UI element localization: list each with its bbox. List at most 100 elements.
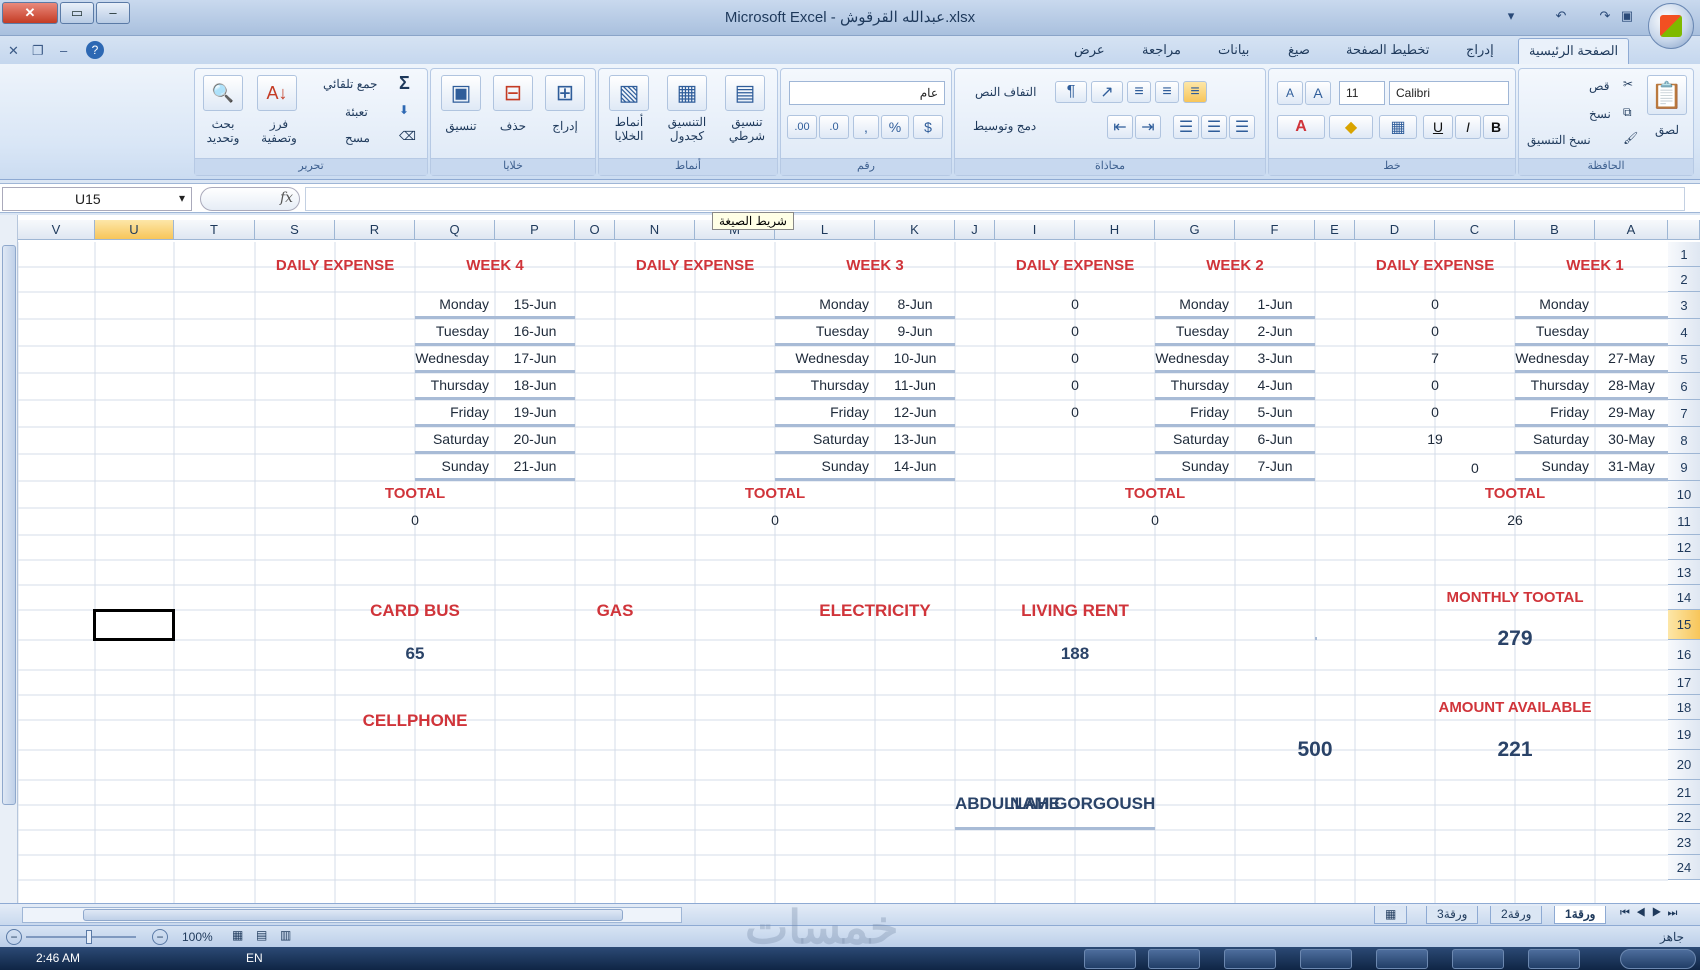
align-bottom-icon[interactable]: ≡ xyxy=(1127,81,1151,103)
view-layout-icon[interactable]: ▤ xyxy=(256,928,267,942)
column-header[interactable]: T xyxy=(174,220,255,240)
row-header[interactable]: 4 xyxy=(1668,319,1700,346)
align-top-icon[interactable]: ≡ xyxy=(1183,81,1207,103)
day-date[interactable]: 14-Jun xyxy=(875,454,955,481)
day-date[interactable]: 10-Jun xyxy=(875,346,955,373)
format-as-table-icon[interactable]: ▦ xyxy=(667,75,707,111)
day-date[interactable]: 27-May xyxy=(1595,346,1668,373)
row-header[interactable]: 13 xyxy=(1668,560,1700,585)
day-date[interactable]: 4-Jun xyxy=(1235,373,1315,400)
sheet-tab-3[interactable]: ورقة3 xyxy=(1426,906,1479,924)
day-name[interactable]: Monday xyxy=(415,292,495,319)
day-date[interactable]: 11-Jun xyxy=(875,373,955,400)
cell-styles-icon[interactable]: ▧ xyxy=(609,75,649,111)
day-name[interactable]: Wednesday xyxy=(1155,346,1235,373)
help-icon[interactable]: ? xyxy=(86,41,104,59)
increase-decimal-icon[interactable]: .0 xyxy=(819,115,849,139)
day-name[interactable]: Tuesday xyxy=(415,319,495,346)
find-select-button[interactable]: بحث وتحديد xyxy=(197,117,249,145)
format-painter-button[interactable]: نسخ التنسيق xyxy=(1527,133,1591,147)
column-header[interactable]: H xyxy=(1075,220,1155,240)
cut-button[interactable]: قص xyxy=(1589,79,1609,93)
align-middle-icon[interactable]: ≡ xyxy=(1155,81,1179,103)
column-header[interactable]: B xyxy=(1515,220,1595,240)
ie-taskbar-icon[interactable] xyxy=(1528,949,1580,969)
row-header[interactable]: 20 xyxy=(1668,750,1700,780)
text-direction-icon[interactable]: ¶ xyxy=(1055,81,1087,103)
align-center-icon[interactable]: ☰ xyxy=(1201,115,1227,139)
day-date[interactable]: 28-May xyxy=(1595,373,1668,400)
day-name[interactable]: Wednesday xyxy=(775,346,875,373)
day-date[interactable]: 3-Jun xyxy=(1235,346,1315,373)
day-date[interactable]: 9-Jun xyxy=(875,319,955,346)
row-header[interactable]: 18 xyxy=(1668,695,1700,720)
day-date[interactable]: 19-Jun xyxy=(495,400,575,427)
column-header[interactable]: P xyxy=(495,220,575,240)
zoom-level[interactable]: 100% xyxy=(182,930,213,944)
day-date[interactable] xyxy=(1595,292,1668,319)
column-header[interactable]: D xyxy=(1355,220,1435,240)
day-date[interactable]: 18-Jun xyxy=(495,373,575,400)
day-date[interactable]: 8-Jun xyxy=(875,292,955,319)
sort-filter-icon[interactable]: A↓ xyxy=(257,75,297,111)
column-header[interactable]: N xyxy=(615,220,695,240)
autosum-button[interactable]: جمع تلقائي xyxy=(323,77,377,91)
column-header[interactable]: F xyxy=(1235,220,1315,240)
day-name[interactable]: Saturday xyxy=(415,427,495,454)
grow-font-icon[interactable]: A xyxy=(1305,81,1331,105)
format-cells-button[interactable]: تنسيق xyxy=(437,119,485,133)
fill-color-icon[interactable]: ◆ xyxy=(1329,115,1373,139)
day-name[interactable]: Friday xyxy=(1155,400,1235,427)
day-date[interactable]: 13-Jun xyxy=(875,427,955,454)
day-name[interactable]: Tuesday xyxy=(775,319,875,346)
day-name[interactable]: Monday xyxy=(1155,292,1235,319)
column-header[interactable]: G xyxy=(1155,220,1235,240)
column-header[interactable]: S xyxy=(255,220,335,240)
redo-icon[interactable]: ↷ xyxy=(1596,8,1614,26)
tab-review[interactable]: مراجعة xyxy=(1142,42,1181,58)
align-left-icon[interactable]: ☰ xyxy=(1173,115,1199,139)
delete-cells-button[interactable]: حذف xyxy=(493,119,533,133)
tab-view[interactable]: عرض xyxy=(1074,42,1105,58)
view-normal-icon[interactable]: ▦ xyxy=(232,928,243,942)
day-date[interactable]: 16-Jun xyxy=(495,319,575,346)
restore-workbook-icon[interactable]: ❐ xyxy=(32,43,44,59)
column-header[interactable]: O xyxy=(575,220,615,240)
explorer-taskbar-icon[interactable] xyxy=(1452,949,1504,969)
zoom-out-icon[interactable]: − xyxy=(6,929,22,945)
zoom-slider[interactable] xyxy=(26,930,136,944)
day-name[interactable]: Sunday xyxy=(775,454,875,481)
row-header[interactable]: 11 xyxy=(1668,508,1700,535)
column-header[interactable]: I xyxy=(995,220,1075,240)
day-name[interactable]: Thursday xyxy=(775,373,875,400)
media-taskbar-icon[interactable] xyxy=(1376,949,1428,969)
comma-style-icon[interactable]: , xyxy=(853,115,879,139)
day-name[interactable]: Sunday xyxy=(1515,454,1595,481)
tab-page-layout[interactable]: تخطيط الصفحة xyxy=(1346,42,1429,58)
clear-button[interactable]: مسح xyxy=(345,131,370,145)
name-box[interactable]: U15 xyxy=(2,187,192,211)
food-drink-label[interactable]: FOOD&DRINK xyxy=(1315,585,1317,640)
row-header[interactable]: 2 xyxy=(1668,267,1700,292)
vertical-scrollbar[interactable] xyxy=(0,215,18,905)
day-date[interactable]: 7-Jun xyxy=(1235,454,1315,481)
sort-filter-button[interactable]: فرز وتصفية xyxy=(251,117,307,145)
zoom-slider-thumb[interactable] xyxy=(86,930,92,944)
row-header[interactable]: 1 xyxy=(1668,242,1700,267)
undo-icon[interactable]: ↶ xyxy=(1552,8,1570,26)
row-header[interactable]: 23 xyxy=(1668,830,1700,855)
format-as-table-button[interactable]: التنسيق كجدول xyxy=(657,115,717,143)
number-format-combo[interactable]: عام xyxy=(789,81,945,105)
formula-input[interactable] xyxy=(305,187,1685,211)
day-name[interactable]: Wednesday xyxy=(415,346,495,373)
increase-indent-icon[interactable]: ⇥ xyxy=(1135,115,1161,139)
row-header[interactable]: 7 xyxy=(1668,400,1700,427)
sheet-tab-insert-icon[interactable]: ▦ xyxy=(1374,906,1408,924)
save-icon[interactable]: ▣ xyxy=(1618,8,1636,26)
close-workbook-icon[interactable]: ✕ xyxy=(8,43,19,59)
row-header[interactable]: 24 xyxy=(1668,855,1700,880)
day-name[interactable]: Friday xyxy=(1515,400,1595,427)
office-button[interactable] xyxy=(1648,3,1694,49)
day-name[interactable]: Saturday xyxy=(1155,427,1235,454)
orientation-icon[interactable]: ↗ xyxy=(1091,81,1123,103)
